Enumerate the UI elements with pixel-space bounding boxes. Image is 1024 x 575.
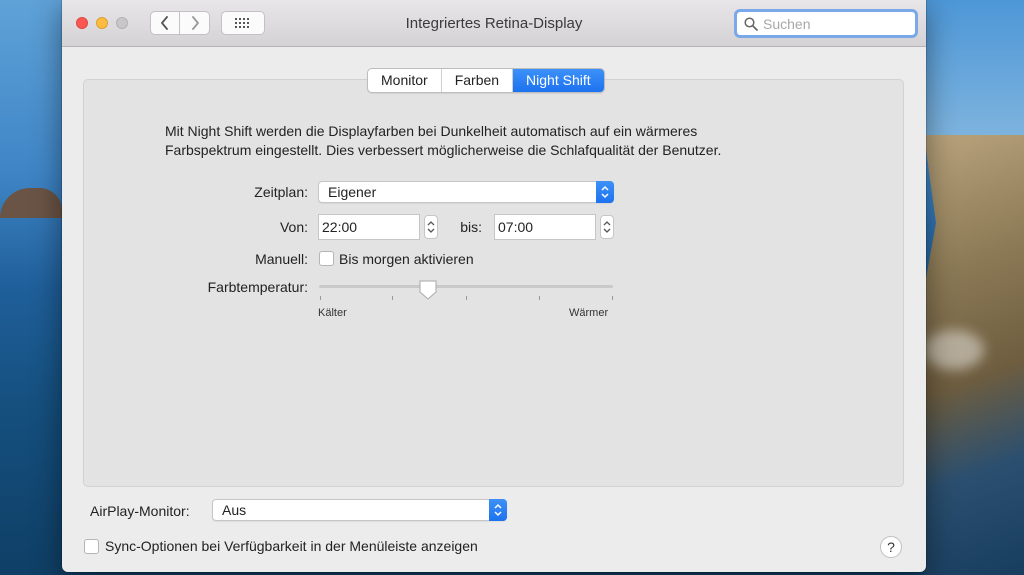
preferences-window: Integriertes Retina-Display Monitor Farb…: [62, 0, 926, 572]
search-input[interactable]: [759, 15, 903, 32]
stepper-arrows-icon: [427, 221, 435, 233]
temperature-slider-knob[interactable]: [418, 279, 438, 306]
slider-tick: [320, 296, 321, 300]
manual-label: Manuell:: [255, 251, 308, 267]
tab-farben[interactable]: Farben: [442, 69, 514, 92]
airplay-label: AirPlay-Monitor:: [90, 503, 190, 519]
to-time-stepper[interactable]: [600, 215, 614, 239]
airplay-popup[interactable]: Aus: [212, 499, 507, 521]
wallpaper-foam: [924, 330, 984, 370]
schedule-popup[interactable]: Eigener: [318, 181, 614, 203]
schedule-value: Eigener: [328, 184, 377, 200]
schedule-label: Zeitplan:: [254, 184, 308, 200]
temperature-min-label: Kälter: [318, 307, 347, 319]
wallpaper-island: [0, 188, 62, 218]
slider-tick: [392, 296, 393, 300]
to-time-field[interactable]: 07:00: [494, 214, 596, 240]
popup-arrows-icon: [489, 499, 507, 521]
slider-tick: [466, 296, 467, 300]
manual-checkbox-label[interactable]: Bis morgen aktivieren: [339, 251, 474, 267]
sync-options-checkbox[interactable]: [84, 539, 99, 554]
night-shift-description: Mit Night Shift werden die Displayfarben…: [165, 122, 805, 160]
description-line-1: Mit Night Shift werden die Displayfarben…: [165, 123, 698, 139]
sync-options-label[interactable]: Sync-Optionen bei Verfügbarkeit in der M…: [105, 538, 478, 554]
from-time-field[interactable]: 22:00: [318, 214, 420, 240]
popup-arrows-icon: [596, 181, 614, 203]
tab-monitor[interactable]: Monitor: [368, 69, 442, 92]
search-field[interactable]: [734, 9, 918, 38]
from-time-stepper[interactable]: [424, 215, 438, 239]
tab-bar: Monitor Farben Night Shift: [367, 68, 605, 93]
from-label: Von:: [279, 219, 308, 235]
temperature-max-label: Wärmer: [569, 307, 609, 319]
slider-tick: [612, 296, 613, 300]
temperature-slider[interactable]: [319, 285, 613, 288]
search-icon: [743, 16, 759, 32]
stepper-arrows-icon: [603, 221, 611, 233]
help-button[interactable]: ?: [880, 536, 902, 558]
airplay-value: Aus: [222, 502, 247, 518]
temperature-label: Farbtemperatur:: [207, 279, 308, 295]
description-line-2: Farbspektrum eingestellt. Dies verbesser…: [165, 142, 722, 158]
to-label: bis:: [460, 219, 482, 235]
wallpaper-sky: [924, 0, 1024, 140]
manual-checkbox[interactable]: [319, 251, 334, 266]
tab-night-shift[interactable]: Night Shift: [513, 69, 604, 92]
title-bar: Integriertes Retina-Display: [62, 0, 926, 47]
slider-tick: [539, 296, 540, 300]
